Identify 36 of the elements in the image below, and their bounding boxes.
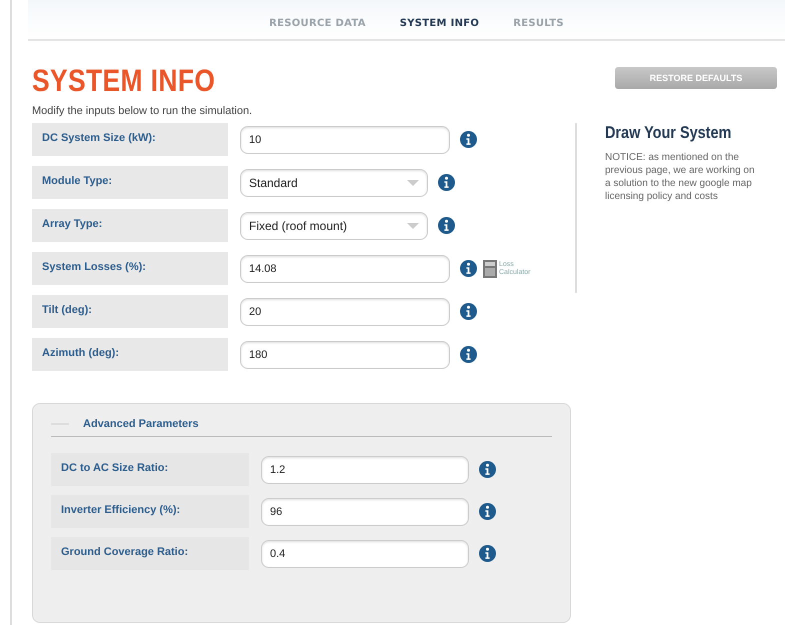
page-title: SYSTEM INFO (32, 63, 216, 99)
input-field[interactable]: 20 (240, 298, 450, 326)
info-icon[interactable] (479, 461, 496, 478)
dropdown[interactable]: Standard (240, 168, 428, 196)
info-icon[interactable] (479, 503, 496, 520)
tab[interactable]: SYSTEM INFO (400, 18, 480, 29)
caret-icon (407, 222, 419, 228)
dropdown[interactable]: Fixed (roof mount) (240, 212, 428, 240)
input-field[interactable]: 14.08 (240, 254, 450, 282)
field-label: System Losses (%): (32, 252, 228, 285)
input-field[interactable]: 96 (261, 498, 469, 526)
field-label: Inverter Efficiency (%): (51, 495, 249, 528)
field-label: DC to AC Size Ratio: (51, 453, 249, 486)
info-icon[interactable] (460, 303, 477, 320)
field-label: Azimuth (deg): (32, 338, 228, 371)
field-label: Tilt (deg): (32, 295, 228, 328)
caret-icon (407, 180, 419, 186)
info-icon[interactable] (438, 174, 455, 191)
info-icon[interactable] (479, 545, 496, 562)
input-field[interactable]: 180 (240, 340, 450, 368)
info-icon[interactable] (460, 346, 477, 363)
field-label: DC System Size (kW): (32, 123, 228, 156)
calculator-icon[interactable] (483, 260, 497, 278)
intro-text: Modify the inputs below to run the simulation. (31, 104, 254, 117)
field-label: Array Type: (32, 209, 228, 242)
sidebar-title: Draw Your System (605, 123, 732, 143)
field-label: Module Type: (32, 166, 228, 199)
input-field[interactable]: 0.4 (261, 540, 469, 568)
info-icon[interactable] (460, 260, 477, 277)
info-icon[interactable] (460, 131, 477, 148)
panel-title: Advanced Parameters (83, 418, 199, 430)
input-field[interactable]: 10 (240, 126, 450, 154)
input-field[interactable]: 1.2 (261, 456, 469, 484)
notice-text: NOTICE: as mentioned on the previous page, we are working on a solution to the new google map licensing policy and costs (605, 151, 755, 203)
field-label: Ground Coverage Ratio: (51, 537, 249, 570)
info-icon[interactable] (438, 217, 455, 234)
